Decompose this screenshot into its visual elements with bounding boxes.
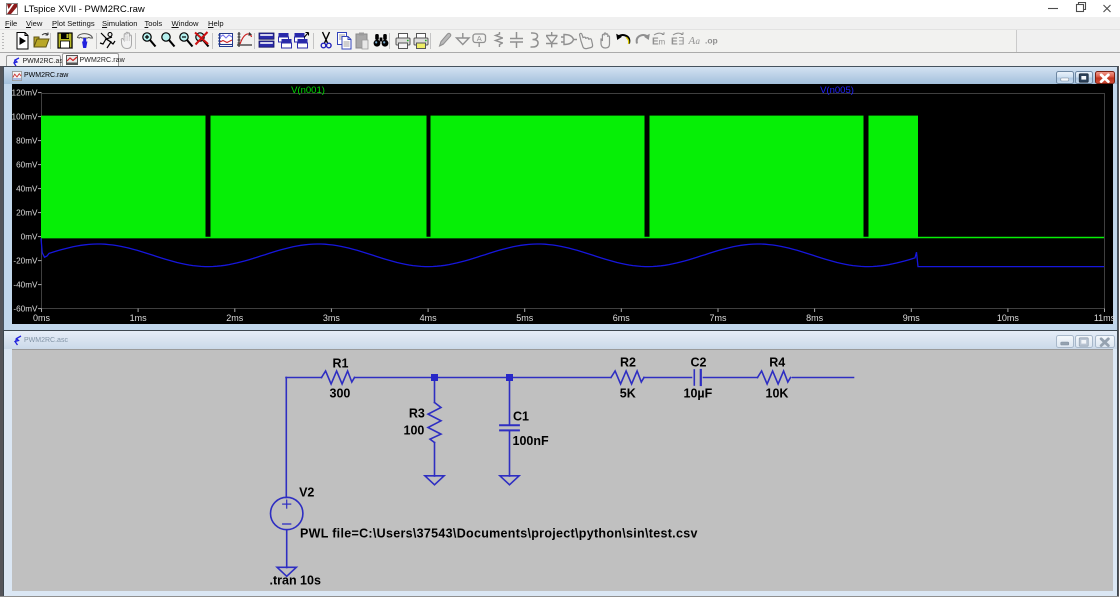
svg-text:10ms: 10ms xyxy=(997,313,1020,323)
svg-text:120mV: 120mV xyxy=(12,89,38,98)
svg-text:∃: ∃ xyxy=(678,37,684,48)
svg-text:C2: C2 xyxy=(690,355,706,369)
svg-text:100nF: 100nF xyxy=(512,434,548,448)
svg-text:R1: R1 xyxy=(332,356,348,370)
svg-text:100mV: 100mV xyxy=(12,113,38,122)
svg-text:9ms: 9ms xyxy=(903,313,921,323)
svg-text:80mV: 80mV xyxy=(16,137,38,146)
svg-text:A: A xyxy=(477,34,482,43)
svg-text:20mV: 20mV xyxy=(16,209,38,218)
svg-text:2ms: 2ms xyxy=(226,313,244,323)
svg-text:8ms: 8ms xyxy=(806,313,824,323)
svg-text:R4: R4 xyxy=(769,355,785,369)
svg-text:R2: R2 xyxy=(620,355,636,369)
svg-text:A: A xyxy=(688,35,696,47)
svg-text:6ms: 6ms xyxy=(613,313,631,323)
svg-text:-40mV: -40mV xyxy=(13,281,38,290)
svg-text:.tran 10s: .tran 10s xyxy=(269,573,320,587)
svg-text:.op: .op xyxy=(705,36,718,46)
svg-text:100: 100 xyxy=(403,423,424,437)
svg-text:3ms: 3ms xyxy=(323,313,341,323)
svg-text:10µF: 10µF xyxy=(683,386,712,400)
svg-text:1ms: 1ms xyxy=(130,313,148,323)
svg-text:V2: V2 xyxy=(299,485,314,499)
svg-text:60mV: 60mV xyxy=(16,161,38,170)
svg-text:R3: R3 xyxy=(408,406,424,420)
svg-text:0ms: 0ms xyxy=(33,313,51,323)
svg-text:11ms: 11ms xyxy=(1094,313,1116,323)
svg-text:C1: C1 xyxy=(513,409,529,423)
svg-text:10K: 10K xyxy=(765,386,788,400)
svg-text:-20mV: -20mV xyxy=(13,257,38,266)
svg-text:5K: 5K xyxy=(619,386,635,400)
svg-text:V(n001): V(n001) xyxy=(291,85,325,96)
svg-text:a: a xyxy=(696,36,701,46)
svg-text:V(n005): V(n005) xyxy=(820,85,854,96)
svg-text:E: E xyxy=(671,37,678,48)
svg-text:5ms: 5ms xyxy=(516,313,534,323)
svg-text:4ms: 4ms xyxy=(420,313,438,323)
svg-text:0mV: 0mV xyxy=(21,233,38,242)
svg-text:300: 300 xyxy=(329,386,350,400)
svg-text:40mV: 40mV xyxy=(16,185,38,194)
svg-text:PWL file=C:\Users\37543\Docume: PWL file=C:\Users\37543\Documents\projec… xyxy=(300,526,698,540)
svg-text:7ms: 7ms xyxy=(709,313,727,323)
svg-text:m: m xyxy=(659,38,666,47)
